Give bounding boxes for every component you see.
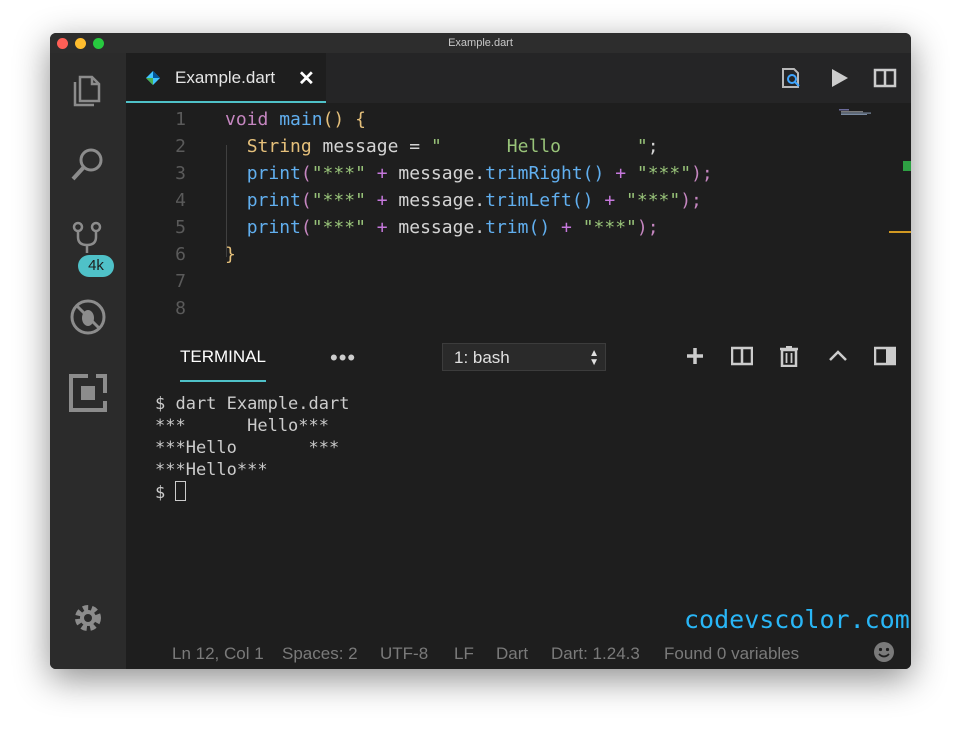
search-icon[interactable]: [68, 145, 108, 185]
tab-terminal[interactable]: TERMINAL: [180, 347, 266, 382]
run-icon[interactable]: [827, 66, 851, 90]
title-bar: Example.dart: [50, 33, 911, 53]
terminal-prompt-line: $: [155, 481, 349, 504]
code-line-1: void main() {: [225, 109, 366, 130]
code-line-6: }: [225, 244, 236, 265]
minimap[interactable]: [839, 109, 879, 115]
watermark: codevscolor.com: [684, 605, 910, 634]
status-indentation[interactable]: Spaces: 2: [282, 644, 358, 664]
status-sdk-version[interactable]: Dart: 1.24.3: [551, 644, 640, 664]
editor-window: Example.dart 4k Example.dart ✕ 1 2 3 4 5…: [50, 33, 911, 669]
line-number: 1: [175, 109, 186, 130]
tab-example-dart[interactable]: Example.dart ✕: [126, 53, 326, 103]
status-encoding[interactable]: UTF-8: [380, 644, 428, 664]
feedback-smiley-icon[interactable]: [873, 641, 895, 663]
open-preview-icon[interactable]: [779, 66, 803, 90]
terminal-line: ***Hello***: [155, 460, 268, 480]
new-terminal-icon[interactable]: [684, 345, 706, 367]
zoom-window-button[interactable]: [93, 38, 104, 49]
scrollbar-warning-marker: [889, 231, 911, 233]
extensions-icon[interactable]: [68, 373, 108, 413]
window-title: Example.dart: [448, 37, 513, 49]
status-bar: Ln 12, Col 1 Spaces: 2 UTF-8 LF Dart Dar…: [126, 633, 911, 669]
tab-bar: Example.dart ✕ •••: [126, 53, 911, 103]
kill-terminal-icon[interactable]: [778, 345, 800, 367]
close-tab-icon[interactable]: ✕: [298, 66, 315, 91]
line-number: 5: [175, 217, 186, 238]
code-line-3: print("***" + message.trimRight() + "***…: [246, 163, 713, 184]
explorer-icon[interactable]: [68, 69, 108, 109]
terminal-shell-select[interactable]: 1: bash ▲ ▼: [442, 343, 606, 371]
status-cursor-position[interactable]: Ln 12, Col 1: [172, 644, 264, 664]
line-number: 4: [175, 190, 186, 211]
terminal-prompt: $: [155, 483, 176, 503]
terminal-line: $ dart Example.dart: [155, 394, 350, 414]
split-editor-icon[interactable]: [873, 66, 897, 90]
select-arrows-icon: ▲ ▼: [589, 348, 599, 368]
terminal-line: ***Hello ***: [155, 438, 340, 458]
status-eol[interactable]: LF: [454, 644, 474, 664]
split-terminal-icon[interactable]: [731, 345, 753, 367]
status-variables[interactable]: Found 0 variables: [664, 644, 799, 664]
source-control-badge: 4k: [78, 255, 114, 277]
code-line-2: String message = " Hello ";: [246, 136, 659, 157]
line-number: 7: [175, 271, 186, 292]
shell-select-value: 1: bash: [454, 348, 510, 367]
scrollbar-change-marker: [903, 161, 911, 171]
panel-more-icon[interactable]: •••: [330, 345, 356, 371]
code-line-5: print("***" + message.trim() + "***");: [246, 217, 659, 238]
debug-icon[interactable]: [68, 297, 108, 337]
dart-file-icon: [146, 71, 160, 85]
maximize-panel-icon[interactable]: [827, 345, 849, 367]
toggle-panel-position-icon[interactable]: [874, 345, 896, 367]
line-number: 3: [175, 163, 186, 184]
terminal-line: *** Hello***: [155, 416, 329, 436]
terminal-output[interactable]: $ dart Example.dart *** Hello*** ***Hello …: [155, 393, 349, 504]
code-line-4: print("***" + message.trimLeft() + "***"…: [246, 190, 702, 211]
terminal-cursor: [175, 481, 187, 501]
settings-gear-icon[interactable]: [68, 598, 108, 638]
line-number: 8: [175, 298, 186, 319]
tab-label: Example.dart: [175, 68, 276, 87]
line-number: 6: [175, 244, 186, 265]
line-number: 2: [175, 136, 186, 157]
source-control-icon[interactable]: [68, 219, 108, 259]
terminal-panel: TERMINAL ••• 1: bash ▲ ▼ $ dart Example.…: [126, 343, 911, 633]
activity-bar: 4k: [50, 53, 126, 669]
minimize-window-button[interactable]: [75, 38, 86, 49]
status-language[interactable]: Dart: [496, 644, 528, 664]
code-editor[interactable]: 1 2 3 4 5 6 7 8 void main() { String mes…: [126, 103, 911, 343]
close-window-button[interactable]: [57, 38, 68, 49]
